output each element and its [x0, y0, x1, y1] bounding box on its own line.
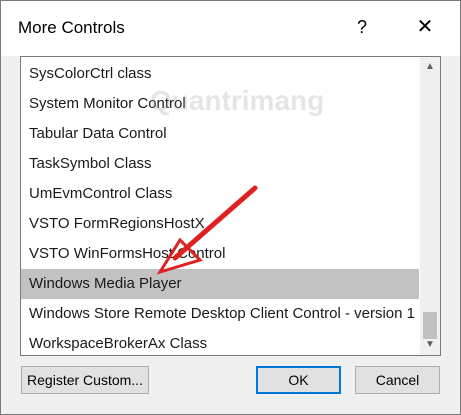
ok-button[interactable]: OK [256, 366, 341, 394]
vertical-scrollbar[interactable]: ▲ ▼ [420, 57, 440, 355]
dialog-title: More Controls [18, 18, 125, 37]
controls-list: SysColorCtrl class System Monitor Contro… [21, 59, 419, 355]
chevron-up-icon[interactable]: ▲ [420, 57, 440, 77]
list-item[interactable]: Windows Store Remote Desktop Client Cont… [21, 299, 419, 329]
list-item[interactable]: SysColorCtrl class [21, 59, 419, 89]
list-item[interactable]: TaskSymbol Class [21, 149, 419, 179]
list-item[interactable]: UmEvmControl Class [21, 179, 419, 209]
close-button[interactable]: ✕ [405, 12, 445, 42]
cancel-button[interactable]: Cancel [355, 366, 440, 394]
list-item[interactable]: Tabular Data Control [21, 119, 419, 149]
chevron-down-icon[interactable]: ▼ [420, 335, 440, 355]
list-item[interactable]: WorkspaceBrokerAx Class [21, 329, 419, 355]
help-button[interactable]: ? [347, 12, 377, 42]
list-item[interactable]: System Monitor Control [21, 89, 419, 119]
list-item[interactable]: VSTO WinFormsHost Control [21, 239, 419, 269]
list-item-selected[interactable]: Windows Media Player [21, 269, 419, 299]
controls-listbox[interactable]: SysColorCtrl class System Monitor Contro… [20, 56, 441, 356]
list-item[interactable]: VSTO FormRegionsHostX [21, 209, 419, 239]
title-bar: More Controls ? ✕ [1, 1, 460, 56]
register-custom-button[interactable]: Register Custom... [21, 366, 149, 394]
more-controls-dialog: More Controls ? ✕ SysColorCtrl class Sys… [0, 0, 461, 415]
